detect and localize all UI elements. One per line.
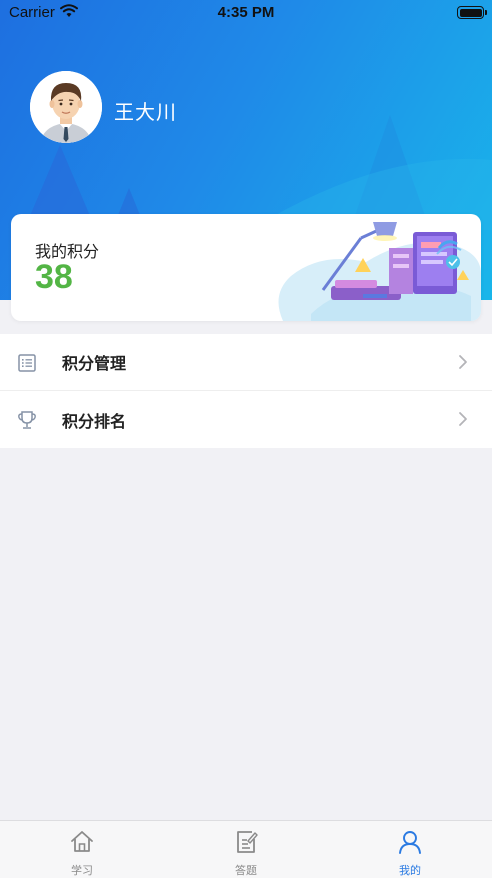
tab-label: 答题 <box>235 864 257 877</box>
tab-mine[interactable]: 我的 <box>328 821 492 878</box>
avatar-image <box>30 71 102 143</box>
status-bar: Carrier 4:35 PM <box>0 0 492 26</box>
avatar[interactable] <box>30 71 102 143</box>
points-value: 38 <box>35 258 73 296</box>
clock: 4:35 PM <box>217 4 275 21</box>
chevron-right-icon <box>459 412 467 426</box>
menu-list: 积分管理 积分排名 <box>0 334 492 448</box>
home-icon <box>71 831 93 852</box>
list-icon <box>18 354 36 372</box>
trophy-icon <box>18 411 36 429</box>
chevron-right-icon <box>459 355 467 369</box>
edit-document-icon <box>237 831 258 853</box>
menu-item-label: 积分管理 <box>62 354 127 373</box>
points-card[interactable]: 我的积分 38 <box>11 214 481 321</box>
menu-item-label: 积分排名 <box>62 411 127 431</box>
user-name: 王大川 <box>114 100 177 124</box>
tab-quiz[interactable]: 答题 <box>164 821 328 878</box>
tab-bar: 学习 答题 我的 <box>0 820 492 878</box>
menu-item-points-ranking[interactable]: 积分排名 <box>0 391 492 448</box>
battery-icon <box>457 6 487 19</box>
user-icon <box>399 831 421 854</box>
tab-label: 学习 <box>71 864 93 877</box>
workspace-illustration <box>278 222 481 321</box>
tab-study[interactable]: 学习 <box>0 821 164 878</box>
tab-label: 我的 <box>399 864 421 877</box>
menu-item-points-management[interactable]: 积分管理 <box>0 334 492 391</box>
